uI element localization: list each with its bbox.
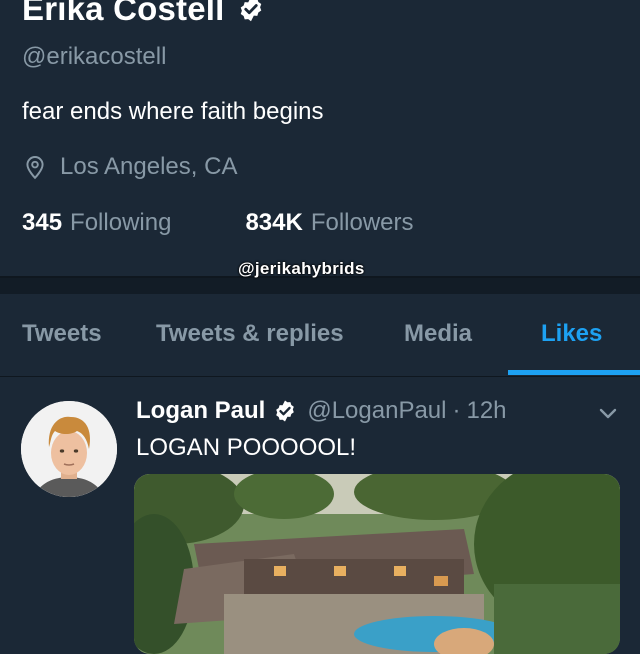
tweet-separator: · [452, 397, 461, 424]
tweet-card[interactable]: Logan Paul @LoganPaul · 12h LOGAN POOOOO… [0, 377, 640, 654]
following-label: Following [70, 209, 172, 236]
profile-header: Erika Costell @erikacostell fear ends wh… [0, 0, 640, 276]
avatar-image [21, 401, 117, 497]
tweet-author-name[interactable]: Logan Paul [136, 397, 265, 425]
tab-likes[interactable]: Likes [541, 320, 602, 348]
verified-badge-icon [240, 0, 261, 22]
verified-badge-icon [276, 400, 295, 422]
profile-bio: fear ends where faith begins [22, 98, 324, 125]
profile-tabs: Tweets Tweets & replies Media Likes [0, 294, 640, 377]
profile-handle: @erikacostell [22, 43, 167, 70]
tab-tweets[interactable]: Tweets [22, 320, 102, 348]
tweet-text: LOGAN POOOOOL! [136, 434, 357, 461]
tweet-author-handle[interactable]: @LoganPaul [307, 397, 446, 425]
tweet-header: Logan Paul @LoganPaul · 12h [136, 397, 507, 425]
watermark-text: @jerikahybrids [238, 259, 365, 278]
profile-stats: 345 Following 834K Followers [22, 209, 414, 237]
avatar[interactable] [21, 401, 117, 497]
profile-location: Los Angeles, CA [22, 153, 237, 181]
followers-label: Followers [310, 209, 414, 236]
mansion-photo [134, 474, 620, 654]
tab-tweets-replies[interactable]: Tweets & replies [156, 320, 344, 348]
location-pin-icon [26, 156, 44, 180]
profile-name: Erika Costell [22, 0, 225, 27]
following-count: 345 [22, 209, 63, 236]
location-text: Los Angeles, CA [60, 153, 238, 180]
profile-name-row: Erika Costell [22, 0, 265, 28]
chevron-down-icon[interactable] [596, 401, 620, 425]
tab-media[interactable]: Media [404, 320, 472, 348]
section-gap [0, 278, 640, 294]
followers-link[interactable]: 834K Followers [245, 209, 413, 237]
followers-count: 834K [245, 209, 303, 236]
following-link[interactable]: 345 Following [22, 209, 171, 237]
active-tab-indicator [508, 370, 640, 375]
tweet-timestamp[interactable]: 12h [466, 397, 506, 425]
tweet-media-image[interactable] [134, 474, 620, 654]
